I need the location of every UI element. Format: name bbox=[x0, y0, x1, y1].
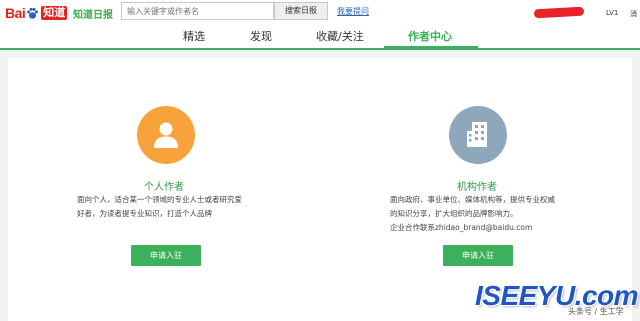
building-icon bbox=[467, 122, 487, 147]
tab-discover[interactable]: 发现 bbox=[250, 30, 272, 48]
top-bar: Bai 知道 知道日报 搜索日报 我要提问 LV1 消 bbox=[0, 0, 640, 26]
tab-featured[interactable]: 精选 bbox=[183, 30, 205, 48]
ask-question-link[interactable]: 我要提问 bbox=[337, 6, 369, 17]
personal-author-avatar bbox=[137, 106, 195, 164]
paw-icon bbox=[26, 7, 39, 20]
search-daily-button[interactable]: 搜索日报 bbox=[274, 2, 328, 20]
tab-favorites-follow[interactable]: 收藏/关注 bbox=[316, 30, 364, 48]
main-nav: 精选 发现 收藏/关注 作者中心 bbox=[0, 26, 640, 50]
person-icon bbox=[154, 122, 178, 148]
personal-author-desc-1: 面向个人，适合某一个领域的专业人士或者研究爱 bbox=[77, 195, 242, 204]
logo-bai-text: Bai bbox=[5, 5, 26, 21]
watermark-source: 头条号 / 生工学 bbox=[568, 307, 624, 316]
organization-apply-button[interactable]: 申请入驻 bbox=[443, 245, 513, 266]
organization-contact-email: 企业合作联系zhidao_brand@baidu.com bbox=[390, 223, 533, 232]
organization-author-avatar bbox=[449, 106, 507, 164]
organization-author-desc-2: 的知识分享，扩大组织的品牌影响力。 bbox=[390, 209, 518, 218]
search-input[interactable] bbox=[121, 2, 274, 20]
personal-author-desc-2: 好者，为读者提专业知识，打造个人品牌 bbox=[77, 209, 212, 218]
baidu-zhidao-logo[interactable]: Bai 知道 bbox=[5, 4, 68, 22]
redacted-username[interactable] bbox=[533, 6, 585, 19]
logo-zhidao-text: 知道 bbox=[41, 6, 68, 20]
personal-apply-button[interactable]: 申请入驻 bbox=[131, 245, 201, 266]
organization-author-desc-1: 面向政府、事业单位、媒体机构等，提供专业权威 bbox=[390, 195, 555, 204]
organization-author-title: 机构作者 bbox=[457, 182, 497, 193]
message-link[interactable]: 消 bbox=[630, 9, 637, 19]
active-tab-indicator bbox=[384, 46, 478, 50]
user-level: LV1 bbox=[606, 9, 619, 17]
personal-author-title: 个人作者 bbox=[144, 182, 184, 193]
zhidao-daily-logo[interactable]: 知道日报 bbox=[73, 6, 113, 21]
